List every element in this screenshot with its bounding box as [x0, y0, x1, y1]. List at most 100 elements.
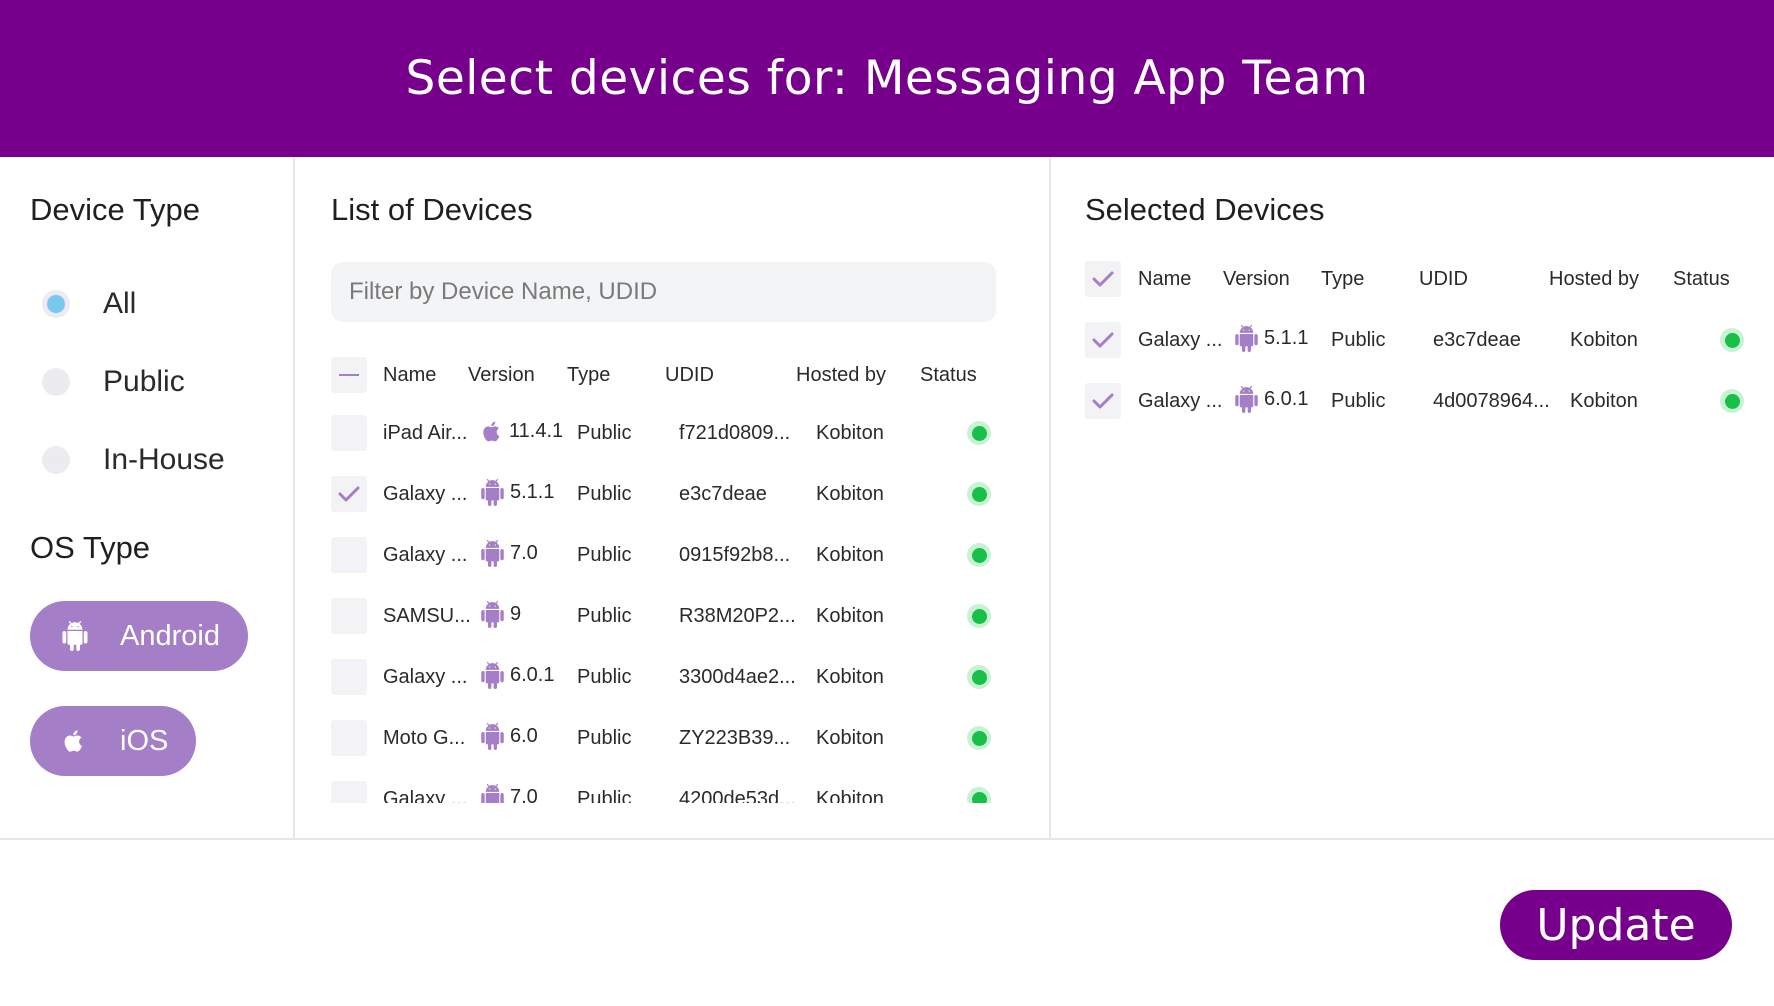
status-online-indicator	[967, 787, 991, 803]
device-name: SAMSU...	[383, 605, 471, 627]
version-text: 6.0.1	[1264, 388, 1309, 410]
device-type: Public	[577, 483, 632, 505]
android-filter-button[interactable]: Android	[30, 601, 248, 671]
android-icon	[479, 540, 510, 567]
android-filter-label: Android	[120, 619, 220, 652]
selected-all-checkbox[interactable]	[1085, 261, 1121, 297]
footer-divider	[0, 838, 1774, 840]
device-type-radio-in-house[interactable]: In-House	[42, 443, 225, 477]
android-icon	[479, 662, 510, 689]
device-name: Galaxy ...	[1138, 329, 1223, 351]
version-text: 9	[510, 603, 522, 625]
android-icon	[479, 723, 510, 750]
device-hosted-by: Kobiton	[816, 605, 884, 627]
ios-filter-label: iOS	[120, 724, 169, 757]
device-type-radio-public[interactable]: Public	[42, 365, 185, 399]
device-name: Galaxy ...	[1138, 390, 1223, 412]
device-version: 7.0	[479, 540, 538, 567]
device-udid: 3300d4ae2...	[679, 666, 796, 688]
device-list-table[interactable]: iPad Air... 11.4.1 Public f721d0809... Kobit…	[331, 405, 1011, 803]
android-icon	[479, 601, 510, 628]
os-type-title: OS Type	[30, 530, 151, 565]
device-type: Public	[577, 788, 632, 803]
device-type: Public	[577, 727, 632, 749]
version-text: 7.0	[510, 786, 538, 803]
device-type-title: Device Type	[30, 192, 201, 227]
selected-col-header-name[interactable]: Name	[1138, 268, 1191, 291]
check-icon	[1092, 271, 1114, 287]
device-hosted-by: Kobiton	[816, 544, 884, 566]
row-checkbox[interactable]	[1085, 322, 1121, 358]
device-row[interactable]: SAMSU... 9 Public R38M20P2... Kobiton	[331, 596, 1011, 636]
device-type-radio-all[interactable]: All	[42, 287, 136, 321]
page-header: Select devices for: Messaging App Team	[0, 0, 1774, 157]
row-checkbox[interactable]	[331, 415, 367, 451]
device-udid: e3c7deae	[679, 483, 767, 505]
row-checkbox[interactable]	[331, 659, 367, 695]
android-icon	[1233, 386, 1264, 413]
radio-label: In-House	[103, 443, 225, 476]
device-row[interactable]: Galaxy ... 5.1.1 Public e3c7deae Kobiton	[331, 474, 1011, 514]
device-row[interactable]: Galaxy ... 5.1.1 Public e3c7deae Kobiton	[1085, 320, 1765, 360]
apple-icon	[479, 418, 509, 445]
device-name: Galaxy ...	[383, 666, 468, 688]
selected-col-header-type[interactable]: Type	[1321, 268, 1364, 291]
selected-col-header-udid[interactable]: UDID	[1419, 268, 1468, 291]
indeterminate-icon	[339, 374, 359, 376]
status-online-indicator	[1720, 328, 1744, 352]
selected-devices-table: Galaxy ... 5.1.1 Public e3c7deae Kobiton Gala…	[1085, 320, 1765, 460]
row-checkbox[interactable]	[331, 476, 367, 512]
col-header-version[interactable]: Version	[468, 364, 535, 387]
device-udid: ZY223B39...	[679, 727, 791, 749]
android-icon	[479, 479, 510, 506]
row-checkbox[interactable]	[331, 537, 367, 573]
device-hosted-by: Kobiton	[1570, 390, 1638, 412]
selected-col-header-version[interactable]: Version	[1223, 268, 1290, 291]
device-name: iPad Air...	[383, 422, 468, 444]
row-checkbox[interactable]	[331, 598, 367, 634]
device-version: 5.1.1	[1233, 325, 1308, 352]
device-udid: 4200de53d...	[679, 788, 796, 803]
device-row[interactable]: Galaxy ... 7.0 Public 0915f92b8... Kobiton	[331, 535, 1011, 575]
row-checkbox[interactable]	[1085, 383, 1121, 419]
col-header-status[interactable]: Status	[920, 364, 977, 387]
update-button[interactable]: Update	[1500, 890, 1732, 960]
select-all-checkbox[interactable]	[331, 357, 367, 393]
status-online-indicator	[967, 543, 991, 567]
radio-indicator	[42, 446, 70, 474]
device-version: 11.4.1	[479, 418, 563, 445]
device-name: Moto G...	[383, 727, 466, 749]
selected-devices-panel	[1051, 157, 1774, 840]
device-type: Public	[577, 422, 632, 444]
android-icon	[1233, 325, 1264, 352]
device-row[interactable]: Galaxy ... 6.0.1 Public 4d0078964... Kobiton	[1085, 381, 1765, 421]
device-version: 9	[479, 601, 521, 628]
version-text: 6.0	[510, 725, 538, 747]
radio-label: Public	[103, 365, 185, 398]
status-online-indicator	[967, 726, 991, 750]
selected-col-header-hosted-by[interactable]: Hosted by	[1549, 268, 1639, 291]
page-title: Select devices for: Messaging App Team	[405, 51, 1369, 106]
row-checkbox[interactable]	[331, 720, 367, 756]
device-filter-input[interactable]	[331, 262, 996, 322]
device-hosted-by: Kobiton	[816, 483, 884, 505]
selected-col-header-status[interactable]: Status	[1673, 268, 1730, 291]
ios-filter-button[interactable]: iOS	[30, 706, 197, 776]
status-online-indicator	[967, 482, 991, 506]
device-type: Public	[577, 544, 632, 566]
col-header-udid[interactable]: UDID	[665, 364, 714, 387]
device-row[interactable]: Galaxy ... 7.0 Public 4200de53d... Kobiton	[331, 779, 1011, 803]
device-row[interactable]: Galaxy ... 6.0.1 Public 3300d4ae2... Kobiton	[331, 657, 1011, 697]
device-row[interactable]: iPad Air... 11.4.1 Public f721d0809... Kobit…	[331, 413, 1011, 453]
device-row[interactable]: Moto G... 6.0 Public ZY223B39... Kobiton	[331, 718, 1011, 758]
device-type: Public	[1331, 390, 1386, 412]
check-icon	[1092, 332, 1114, 348]
device-hosted-by: Kobiton	[816, 788, 884, 803]
device-hosted-by: Kobiton	[816, 727, 884, 749]
device-name: Galaxy ...	[383, 483, 468, 505]
row-checkbox[interactable]	[331, 781, 367, 803]
col-header-name[interactable]: Name	[383, 364, 436, 387]
col-header-type[interactable]: Type	[567, 364, 610, 387]
col-header-hosted-by[interactable]: Hosted by	[796, 364, 886, 387]
android-icon	[479, 784, 510, 803]
